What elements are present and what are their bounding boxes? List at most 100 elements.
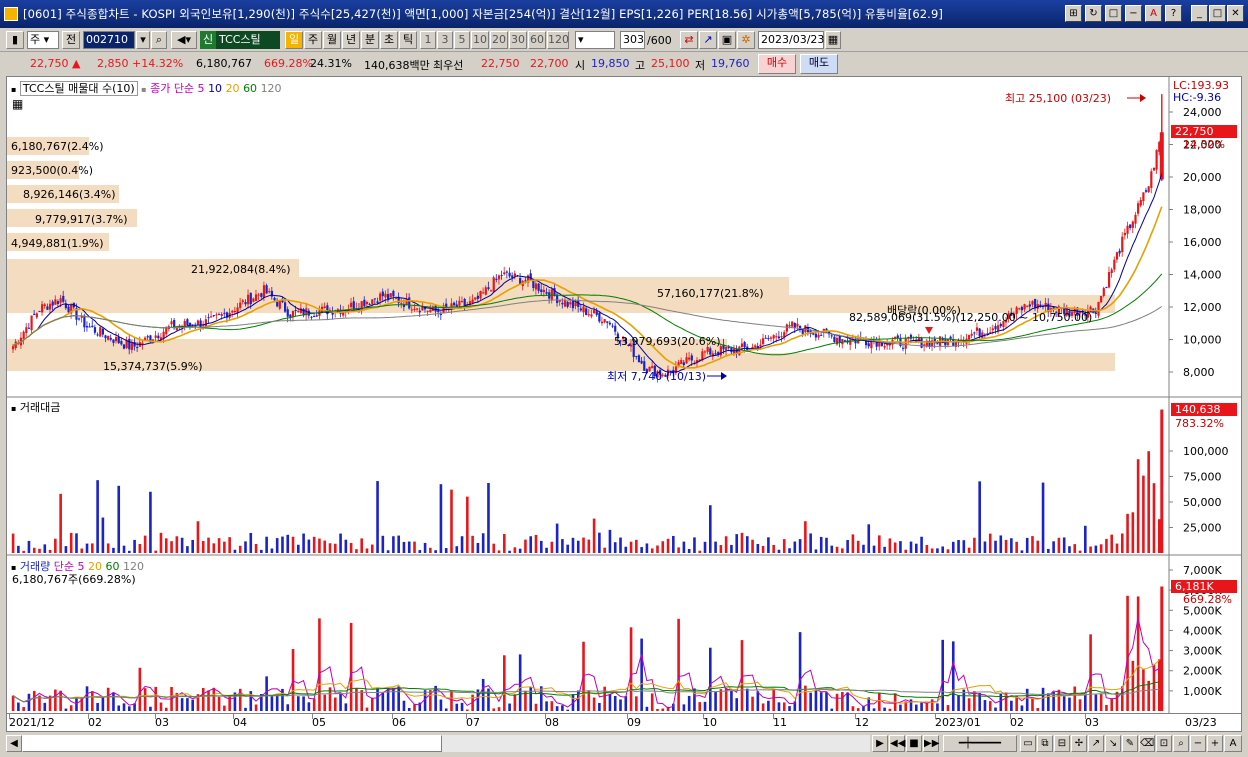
pin-icon[interactable]: − <box>1125 5 1142 22</box>
volume-current-label: 6,181K <box>1175 580 1214 593</box>
layout4-icon[interactable]: ⊡ <box>1156 735 1172 752</box>
buy-button[interactable]: 매수 <box>758 54 796 74</box>
candle-body <box>867 343 870 347</box>
candle-body <box>503 272 506 275</box>
minute-custom-select[interactable]: ▾ <box>575 31 615 49</box>
amount-bar <box>117 485 121 553</box>
amount-bar <box>878 535 881 553</box>
close-button[interactable]: ✕ <box>1227 5 1244 22</box>
link-icon[interactable]: ⊞ <box>1065 5 1082 22</box>
eraser-icon[interactable]: ⌫ <box>1139 735 1155 752</box>
fast-forward-icon[interactable]: ▶▶ <box>923 735 939 752</box>
settings-icon[interactable]: ✲ <box>737 31 755 49</box>
minute-button-30[interactable]: 30 <box>509 31 527 49</box>
y-axis-label: 16,000 <box>1183 236 1222 249</box>
amount-bar <box>91 543 94 553</box>
minimize-button[interactable]: _ <box>1191 5 1208 22</box>
zoom-out-icon[interactable]: ⌕ <box>1173 735 1189 752</box>
amount-bar <box>767 537 770 553</box>
layout2-icon[interactable]: ⧉ <box>1037 735 1053 752</box>
minute-button-1[interactable]: 1 <box>420 31 436 49</box>
volume-bar <box>96 702 99 711</box>
trendline-icon[interactable]: ↗ <box>1088 735 1104 752</box>
help-icon[interactable]: ? <box>1165 5 1182 22</box>
minute-button-3[interactable]: 3 <box>437 31 453 49</box>
calendar-icon[interactable]: ▦ <box>825 31 841 49</box>
stock-chart[interactable]: 6,180,767(2.4%) 923,500(0.4%) 8,926,146(3.… <box>7 77 1241 713</box>
arrow-tool-icon[interactable]: ↘ <box>1105 735 1121 752</box>
period-button-1[interactable]: 주 <box>304 31 322 49</box>
amount-bar <box>1010 538 1013 553</box>
volume-bar <box>545 701 548 711</box>
amount-bar <box>893 542 897 553</box>
font-icon[interactable]: A <box>1145 5 1162 22</box>
scroll-left-button[interactable]: ◀ <box>6 735 22 752</box>
period-button-4[interactable]: 분 <box>361 31 379 49</box>
minute-button-120[interactable]: 120 <box>547 31 569 49</box>
price-legend: ▪ TCC스틸 매물대 수(10) ▪ 종가 단순 5 10 20 60 120 <box>11 81 282 96</box>
window-icon[interactable]: □ <box>1105 5 1122 22</box>
period-button-2[interactable]: 월 <box>323 31 341 49</box>
period-button-5[interactable]: 초 <box>380 31 398 49</box>
play-icon[interactable]: ▶ <box>872 735 888 752</box>
search-icon[interactable]: ⌕ <box>151 31 167 49</box>
sell-button[interactable]: 매도 <box>800 54 838 74</box>
scrollbar-track[interactable] <box>442 735 870 752</box>
rewind-icon[interactable]: ◀◀ <box>889 735 905 752</box>
amount-bar <box>899 541 902 553</box>
market-select[interactable]: 주 ▾ <box>27 31 59 49</box>
amount-bar <box>170 541 173 553</box>
layout1-icon[interactable]: ▭ <box>1020 735 1036 752</box>
volume-bar <box>1089 634 1092 711</box>
amount-bar <box>476 542 480 553</box>
plus-icon[interactable]: + <box>1207 735 1223 752</box>
scrollbar-thumb[interactable] <box>22 735 442 752</box>
minute-button-60[interactable]: 60 <box>528 31 546 49</box>
amount-bar <box>962 540 966 553</box>
draw-icon[interactable]: ✎ <box>1122 735 1138 752</box>
period-button-3[interactable]: 년 <box>342 31 360 49</box>
minute-button-10[interactable]: 10 <box>471 31 489 49</box>
trend-icon[interactable]: ↗ <box>699 31 717 49</box>
grid-toggle-icon[interactable]: ▦ <box>12 97 23 111</box>
code-input[interactable]: 002710 <box>83 31 135 49</box>
cross-icon[interactable]: ✢ <box>1071 735 1087 752</box>
volume-bar <box>143 688 147 711</box>
maximize-button[interactable]: □ <box>1209 5 1226 22</box>
x-axis-tick <box>703 714 704 719</box>
save-icon[interactable]: ▣ <box>718 31 736 49</box>
refresh-icon[interactable]: ↻ <box>1085 5 1102 22</box>
candle-body <box>284 302 287 312</box>
date-input[interactable]: 2023/03/23 <box>758 31 824 49</box>
chart-area[interactable]: 6,180,767(2.4%) 923,500(0.4%) 8,926,146(3.… <box>6 76 1242 714</box>
all-button[interactable]: 전 <box>62 31 80 49</box>
candle-body <box>239 302 242 308</box>
volume-profile-label: 6,180,767(2.4%) <box>11 140 104 153</box>
amount-bar <box>1142 475 1145 553</box>
volume-bar <box>782 702 786 711</box>
amount-bar <box>381 535 385 553</box>
code-dropdown-icon[interactable]: ▾ <box>136 31 150 49</box>
minute-button-20[interactable]: 20 <box>490 31 508 49</box>
amount-bar <box>164 538 168 553</box>
zoom-slider[interactable]: ━┿━━━━━ <box>943 735 1017 752</box>
minus-icon[interactable]: − <box>1190 735 1206 752</box>
font-size-icon[interactable]: A <box>1224 735 1242 752</box>
amount-bar <box>149 491 152 553</box>
period-button-0[interactable]: 일 <box>285 31 303 49</box>
lines-icon[interactable]: ⇄ <box>680 31 698 49</box>
stop-icon[interactable]: ■ <box>906 735 922 752</box>
minute-button-5[interactable]: 5 <box>454 31 470 49</box>
period-button-6[interactable]: 틱 <box>399 31 417 49</box>
volume-bar <box>640 638 643 711</box>
candle-body <box>817 334 820 338</box>
x-axis-tick <box>155 714 156 719</box>
chart-menu-icon[interactable]: ▮ <box>6 31 24 49</box>
low-arrowhead-icon <box>721 372 727 380</box>
layout3-icon[interactable]: ⊟ <box>1054 735 1070 752</box>
count-input[interactable]: 303 <box>620 31 645 49</box>
volume-bar <box>730 690 733 711</box>
speaker-icon[interactable]: ◀▾ <box>171 31 197 49</box>
volume-bar <box>846 692 849 711</box>
candle-body <box>460 300 464 302</box>
